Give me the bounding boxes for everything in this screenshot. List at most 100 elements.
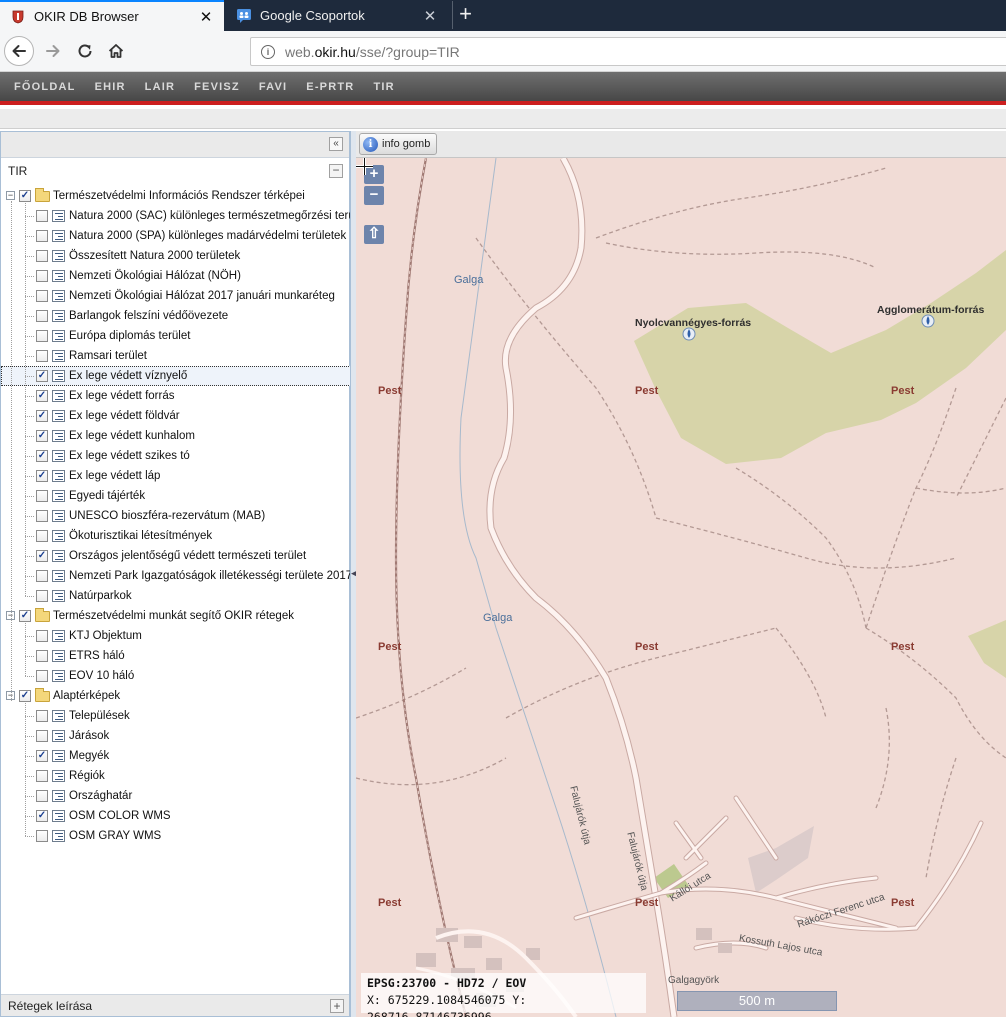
layer-row[interactable]: Egyedi tájérték <box>1 486 351 506</box>
layer-group-row[interactable]: − ✓ Természetvédelmi munkát segítő OKIR ré… <box>1 606 351 626</box>
layer-row[interactable]: ✓ Ex lege védett víznyelő <box>1 366 351 386</box>
layer-row[interactable]: ✓ Ex lege védett kunhalom <box>1 426 351 446</box>
layer-checkbox[interactable]: ✓ <box>36 550 48 562</box>
layer-row[interactable]: Barlangok felszíni védőövezete <box>1 306 351 326</box>
layer-checkbox[interactable] <box>36 790 48 802</box>
collapse-group-icon[interactable]: − <box>6 191 15 200</box>
layer-checkbox[interactable] <box>36 630 48 642</box>
layer-row[interactable]: ETRS háló <box>1 646 351 666</box>
layer-checkbox[interactable] <box>36 490 48 502</box>
layer-icon <box>52 470 65 482</box>
reload-icon[interactable] <box>70 36 100 66</box>
layer-row[interactable]: ✓ Ex lege védett földvár <box>1 406 351 426</box>
info-button[interactable]: i info gomb <box>359 133 438 155</box>
tree-connector <box>25 703 26 836</box>
layer-tree: − ✓ Természetvédelmi Információs Rendszer … <box>1 186 373 846</box>
layer-row[interactable]: Összesített Natura 2000 területek <box>1 246 351 266</box>
menu-item-fooldal[interactable]: FŐOLDAL <box>14 81 76 93</box>
menu-item-ehir[interactable]: EHIR <box>95 81 126 93</box>
layer-row[interactable]: Natúrparkok <box>1 586 351 606</box>
new-tab-plus-icon[interactable]: + <box>452 1 478 29</box>
pan-up-arrow-icon[interactable]: ⇧ <box>364 225 384 244</box>
layer-row[interactable]: Ökoturisztikai létesítmények <box>1 526 351 546</box>
layer-checkbox[interactable] <box>36 730 48 742</box>
layer-checkbox[interactable] <box>36 590 48 602</box>
collapse-panel-icon[interactable]: « <box>329 137 343 151</box>
layer-row[interactable]: ✓ Ex lege védett forrás <box>1 386 351 406</box>
layer-row[interactable]: ✓ Ex lege védett láp <box>1 466 351 486</box>
layer-checkbox[interactable] <box>36 710 48 722</box>
layer-group-row[interactable]: − ✓ Alaptérképek <box>1 686 351 706</box>
layer-group-row[interactable]: − ✓ Természetvédelmi Információs Rendszer … <box>1 186 351 206</box>
tab-google-groups[interactable]: Google Csoportok ✕ <box>226 0 448 31</box>
tree-connector <box>25 316 34 317</box>
home-icon[interactable] <box>101 36 131 66</box>
layer-row[interactable]: EOV 10 háló <box>1 666 351 686</box>
address-bar[interactable]: i web.okir.hu/sse/?group=TIR <box>250 37 1006 66</box>
layer-checkbox[interactable] <box>36 830 48 842</box>
menu-item-e-prtr[interactable]: E-PRTR <box>306 81 354 93</box>
map-canvas[interactable]: Galga Galga Nyolcvannégyes-forrás Agglom… <box>356 158 1006 1017</box>
layer-row[interactable]: Natura 2000 (SPA) különleges madárvédelm… <box>1 226 351 246</box>
forward-arrow-icon[interactable] <box>38 36 68 66</box>
river-label: Galga <box>454 274 484 286</box>
layer-checkbox[interactable] <box>36 250 48 262</box>
layer-checkbox[interactable]: ✓ <box>36 410 48 422</box>
layer-checkbox[interactable] <box>36 770 48 782</box>
layer-row[interactable]: Országhatár <box>1 786 351 806</box>
back-arrow-icon[interactable] <box>4 36 34 66</box>
layer-row[interactable]: KTJ Objektum <box>1 626 351 646</box>
layer-row[interactable]: UNESCO bioszféra-rezervátum (MAB) <box>1 506 351 526</box>
layer-row[interactable]: Natura 2000 (SAC) különleges természetme… <box>1 206 373 226</box>
layer-checkbox[interactable] <box>36 290 48 302</box>
layer-label: OSM COLOR WMS <box>69 810 171 822</box>
layer-checkbox[interactable] <box>36 510 48 522</box>
menu-item-tir[interactable]: TIR <box>373 81 394 93</box>
menu-item-favi[interactable]: FAVI <box>259 81 287 93</box>
layer-row[interactable]: Nemzeti Ökológiai Hálózat (NÖH) <box>1 266 351 286</box>
layer-row[interactable]: Európa diplomás terület <box>1 326 351 346</box>
layer-row[interactable]: Nemzeti Ökológiai Hálózat 2017 januári m… <box>1 286 351 306</box>
layer-row[interactable]: ✓ OSM COLOR WMS <box>1 806 351 826</box>
layer-checkbox[interactable] <box>36 570 48 582</box>
layer-row[interactable]: Települések <box>1 706 351 726</box>
layer-checkbox[interactable] <box>36 230 48 242</box>
layer-checkbox[interactable]: ✓ <box>36 810 48 822</box>
layer-label: Települések <box>69 710 130 722</box>
layer-checkbox[interactable]: ✓ <box>36 470 48 482</box>
layer-row[interactable]: Nemzeti Park Igazgatóságok illetékességi… <box>1 566 352 586</box>
zoom-out-button[interactable]: − <box>364 186 384 205</box>
layer-row[interactable]: Ramsari terület <box>1 346 351 366</box>
expand-description-icon[interactable]: + <box>330 999 344 1013</box>
minimize-panel-icon[interactable]: − <box>329 164 343 178</box>
layer-row[interactable]: Járások <box>1 726 351 746</box>
layer-checkbox[interactable]: ✓ <box>19 610 31 622</box>
layer-checkbox[interactable]: ✓ <box>36 390 48 402</box>
layer-checkbox[interactable] <box>36 530 48 542</box>
tab-okir[interactable]: OKIR DB Browser ✕ <box>0 0 224 31</box>
layer-checkbox[interactable] <box>36 670 48 682</box>
layer-checkbox[interactable] <box>36 330 48 342</box>
layer-row[interactable]: ✓ Országos jelentőségű védett természeti … <box>1 546 351 566</box>
layer-checkbox[interactable] <box>36 270 48 282</box>
layer-row[interactable]: ✓ Megyék <box>1 746 351 766</box>
layer-row[interactable]: OSM GRAY WMS <box>1 826 351 846</box>
menu-item-fevisz[interactable]: FEVISZ <box>194 81 240 93</box>
layer-checkbox[interactable]: ✓ <box>36 370 48 382</box>
crosshair-cursor-icon <box>356 158 373 175</box>
layer-row[interactable]: ✓ Ex lege védett szikes tó <box>1 446 351 466</box>
layer-checkbox[interactable]: ✓ <box>19 190 31 202</box>
layer-checkbox[interactable]: ✓ <box>36 450 48 462</box>
close-icon[interactable]: ✕ <box>420 7 440 25</box>
layer-checkbox[interactable] <box>36 210 48 222</box>
site-info-icon[interactable]: i <box>261 44 275 59</box>
layer-row[interactable]: Régiók <box>1 766 351 786</box>
layer-checkbox[interactable]: ✓ <box>36 430 48 442</box>
layer-checkbox[interactable]: ✓ <box>19 690 31 702</box>
layer-checkbox[interactable] <box>36 310 48 322</box>
layer-checkbox[interactable]: ✓ <box>36 750 48 762</box>
menu-item-lair[interactable]: LAIR <box>145 81 175 93</box>
layer-checkbox[interactable] <box>36 650 48 662</box>
layer-checkbox[interactable] <box>36 350 48 362</box>
close-icon[interactable]: ✕ <box>196 8 216 26</box>
